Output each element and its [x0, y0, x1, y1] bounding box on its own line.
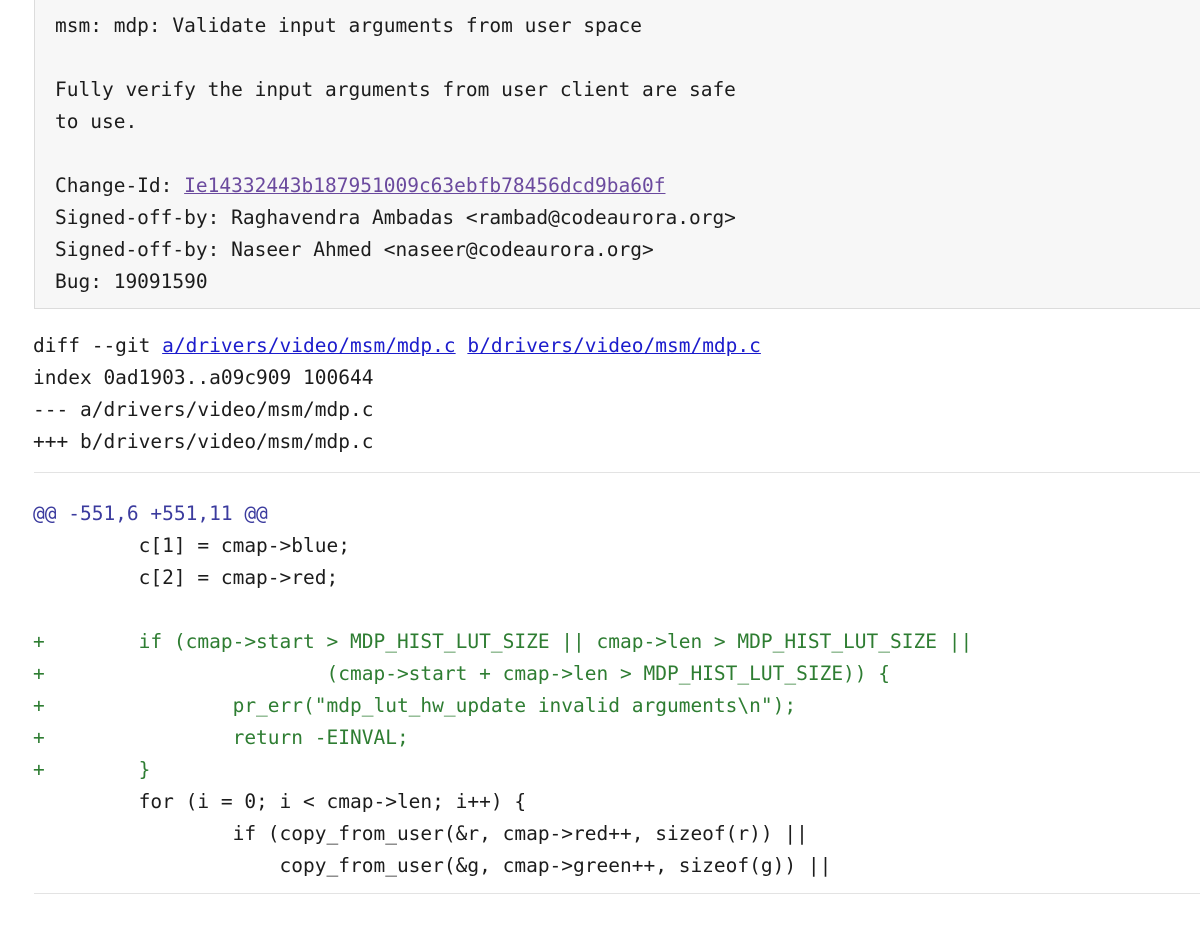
commit-signed-off-1: Signed-off-by: Raghavendra Ambadas <ramb… [55, 206, 736, 229]
diff-line-added-6: + return -EINVAL; [33, 726, 409, 749]
diff-git-prefix: diff --git [33, 334, 163, 357]
diff-index-line: index 0ad1903..a09c909 100644 [33, 366, 374, 389]
hunk-body: c[1] = cmap->blue; c[2] = cmap->red; + i… [33, 530, 1200, 882]
diff-line-context-9: if (copy_from_user(&r, cmap->red++, size… [33, 822, 808, 845]
commit-body-line-1: Fully verify the input arguments from us… [55, 78, 736, 101]
diff-plus-file-line: +++ b/drivers/video/msm/mdp.c [33, 430, 374, 453]
commit-spacer-2 [55, 138, 1200, 170]
change-id-link[interactable]: Ie14332443b187951009c63ebfb78456dcd9ba60… [184, 174, 665, 197]
diff-line-added-7: + } [33, 758, 151, 781]
hunk-header: @@ -551,6 +551,11 @@ [33, 502, 268, 525]
diff-minus-file-line: --- a/drivers/video/msm/mdp.c [33, 398, 374, 421]
diff-file-header: diff --git a/drivers/video/msm/mdp.c b/d… [33, 330, 1200, 458]
diff-line-context-10: copy_from_user(&g, cmap->green++, sizeof… [33, 854, 832, 877]
diff-line-added-5: + pr_err("mdp_lut_hw_update invalid argu… [33, 694, 797, 717]
diff-line-blank-2 [33, 594, 1200, 626]
commit-bug-line: Bug: 19091590 [55, 270, 208, 293]
diff-hunk: @@ -551,6 +551,11 @@ c[1] = cmap->blue; … [33, 498, 1200, 882]
commit-message-panel: msm: mdp: Validate input arguments from … [34, 0, 1200, 309]
commit-change-id-line: Change-Id: Ie14332443b187951009c63ebfb78… [55, 170, 1200, 202]
diff-line-context-8: for (i = 0; i < cmap->len; i++) { [33, 790, 527, 813]
commit-spacer-1 [55, 42, 1200, 74]
file-a-link[interactable]: a/drivers/video/msm/mdp.c [162, 334, 456, 357]
commit-diff-page: msm: mdp: Validate input arguments from … [0, 0, 1200, 927]
diff-line-context-1: c[2] = cmap->red; [33, 566, 339, 589]
diff-git-line: diff --git a/drivers/video/msm/mdp.c b/d… [33, 330, 1200, 362]
diff-line-added-3: + if (cmap->start > MDP_HIST_LUT_SIZE ||… [33, 630, 973, 653]
change-id-label: Change-Id: [55, 174, 185, 197]
commit-body-line-2: to use. [55, 110, 138, 133]
divider-below-hunk [34, 893, 1200, 894]
file-b-link[interactable]: b/drivers/video/msm/mdp.c [467, 334, 761, 357]
divider-above-hunk [34, 472, 1200, 473]
diff-line-context-0: c[1] = cmap->blue; [33, 534, 350, 557]
commit-signed-off-2: Signed-off-by: Naseer Ahmed <naseer@code… [55, 238, 654, 261]
file-link-separator [456, 334, 468, 357]
commit-subject: msm: mdp: Validate input arguments from … [55, 14, 642, 37]
diff-line-added-4: + (cmap->start + cmap->len > MDP_HIST_LU… [33, 662, 891, 685]
